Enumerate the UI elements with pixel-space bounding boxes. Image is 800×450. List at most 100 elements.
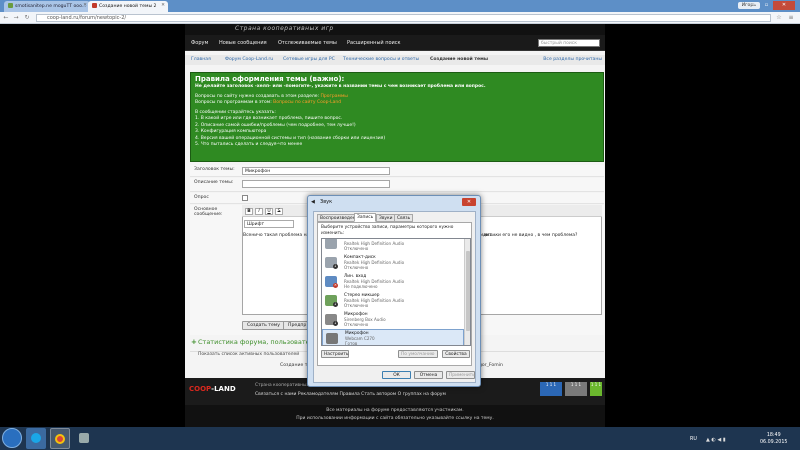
rules-item: 5. Что пытались сделать и следуя-что мен… (195, 142, 303, 147)
disabled-badge-icon: ↓ (333, 302, 338, 307)
device-status: Готов (345, 341, 358, 346)
copyright: Все материалы на форуме предоставляются … (185, 405, 605, 427)
nav-advanced-search[interactable]: Расширенный поиск (347, 40, 401, 46)
device-status: Отключено (344, 303, 369, 308)
ok-button[interactable]: ОК (382, 371, 411, 379)
italic-button[interactable]: I (255, 208, 263, 215)
font-select[interactable]: Шрифт (244, 220, 294, 228)
back-icon[interactable]: ← (2, 14, 10, 22)
message-text-tail: иконки его не видно , в чем проблема? (484, 233, 578, 238)
apply-button: Применить (446, 371, 475, 379)
app-icon (79, 433, 89, 443)
tab-sounds[interactable]: Звуки (376, 214, 396, 222)
expand-icon[interactable]: + (191, 338, 197, 346)
desc-input[interactable] (242, 180, 390, 188)
tab-recording[interactable]: Запись (354, 213, 377, 222)
breadcrumb: Главная Форум Coop-Land.ru Сетевые игры … (185, 55, 605, 65)
skype-icon (31, 433, 41, 443)
device-status: Отключено (344, 265, 369, 270)
site-tagline: Страна кооперативных игр (235, 25, 334, 32)
taskbar-chrome-icon[interactable] (50, 428, 70, 449)
taskbar-app-icon[interactable] (74, 428, 94, 449)
reload-icon[interactable]: ↻ (23, 14, 31, 22)
maximize-icon[interactable]: ▫ (760, 1, 773, 10)
message-label: Основное сообщение: (194, 207, 223, 217)
logo-part: -LAND (211, 385, 236, 393)
rules-box: Правила оформления темы (важно): Не дела… (190, 72, 604, 162)
strike-button[interactable]: S (275, 208, 283, 215)
counter-badge[interactable]: 1 1 1 (540, 382, 562, 396)
desc-row: Описание темы: (190, 178, 604, 192)
crumb-pc[interactable]: Сетевые игры для PC (283, 57, 335, 62)
properties-button[interactable]: Свойства (442, 350, 470, 358)
site-header: Страна кооперативных игр (185, 24, 605, 35)
nav-forum[interactable]: Форум (191, 40, 208, 46)
title-row: Заголовок темы: Микрофон (190, 165, 604, 177)
default-button: По умолчанию (398, 350, 438, 358)
crumb-home[interactable]: Главная (191, 57, 211, 62)
dialog-instruction: Выберите устройство записи, параметры ко… (321, 225, 454, 236)
forward-icon[interactable]: → (12, 14, 20, 22)
recording-pane: Выберите устройство записи, параметры ко… (317, 222, 472, 366)
copyright-line: При использовании информации с сайта обя… (296, 416, 494, 421)
menu-icon[interactable]: ≡ (787, 14, 795, 22)
rules-prog-link[interactable]: Вопросы по сайту Coop-Land (273, 100, 341, 105)
device-list[interactable]: Realtek High Definition Audio Отключено ↓… (321, 238, 471, 346)
star-icon[interactable]: ☆ (775, 14, 783, 22)
chrome-icon (55, 434, 65, 444)
scrollbar-thumb[interactable] (466, 251, 470, 331)
poll-label: Опрос (194, 195, 209, 200)
bold-button[interactable]: B (245, 208, 253, 215)
footer-links[interactable]: Связаться с нами Рекламодателям Правила … (255, 392, 446, 397)
device-list-scrollbar[interactable] (464, 239, 470, 345)
close-icon[interactable]: ✕ (83, 3, 87, 8)
crumb-current: Создание новой темы (430, 57, 489, 62)
dialog-body: Воспроизведение Запись Звуки Связь Выбер… (313, 211, 476, 383)
address-input[interactable]: coop-land.ru/forum/newtopic-2/ (36, 14, 771, 22)
mark-read-link[interactable]: Все разделы прочитаны (543, 57, 602, 62)
title-input[interactable]: Микрофон (242, 167, 390, 175)
favicon-icon (8, 3, 13, 8)
configure-button[interactable]: Настроить (321, 350, 349, 358)
rules-title: Правила оформления темы (важно): (195, 75, 345, 83)
favicon-icon (92, 3, 97, 8)
poll-checkbox[interactable] (242, 195, 248, 201)
device-status: Отключено (344, 322, 369, 327)
tray-icons[interactable]: ▲ ◐ ◀ ▮ (706, 437, 726, 443)
nav-watched[interactable]: Отслеживаемые темы (278, 40, 337, 46)
unplugged-badge-icon: ✕ (333, 283, 338, 288)
minimize-icon[interactable]: – (747, 1, 760, 10)
create-topic-button[interactable]: Создать тему (242, 321, 285, 330)
list-item[interactable]: ↓ Стерео микшер Realtek High Definition Au… (322, 292, 464, 309)
start-button[interactable] (2, 428, 22, 448)
list-item[interactable]: Realtek High Definition Audio Отключено (322, 239, 464, 252)
logo-part: COOP (189, 385, 212, 393)
list-item[interactable]: ↓ Компакт-диск Realtek High Definition Aud… (322, 254, 464, 271)
language-indicator[interactable]: RU (690, 437, 697, 442)
rules-site-text: Вопросы по сайту нужно создавать в этом … (195, 93, 320, 99)
list-item-selected[interactable]: Микрофон Webcam C270 Готов (322, 329, 464, 346)
footer-logo: COOP-LAND (189, 385, 236, 393)
list-item[interactable]: ↓ Микрофон Sirenberg Box Audio Отключено (322, 311, 464, 328)
counter-badge[interactable]: 1 1 1 (590, 382, 602, 396)
crumb-forum[interactable]: Форум Coop-Land.ru (225, 57, 273, 62)
clock-time: 18:49 (766, 433, 781, 438)
close-icon[interactable]: ✕ (161, 3, 165, 8)
close-window-icon[interactable]: ✕ (773, 1, 795, 10)
rules-site-link[interactable]: Программы (320, 94, 347, 99)
taskbar (0, 427, 800, 450)
tab-active[interactable]: Создание новой темы 2 ✕ (88, 1, 168, 12)
cancel-button[interactable]: Отмена (414, 371, 443, 379)
tab-communications[interactable]: Связь (394, 214, 414, 222)
disabled-badge-icon: ↓ (333, 264, 338, 269)
counter-badge[interactable]: 1 1 1 (565, 382, 587, 396)
nav-new-posts[interactable]: Новые сообщения (219, 40, 267, 46)
clock[interactable]: 18:49 06.09.2015 (760, 432, 787, 446)
tab-inactive[interactable]: smotisanitep.ne moguTT ooo... ✕ (4, 1, 90, 12)
close-icon[interactable]: ✕ (462, 198, 476, 206)
underline-button[interactable]: U (265, 208, 273, 215)
list-item[interactable]: ✕ Лин. вход Realtek High Definition Audio Н… (322, 273, 464, 290)
site-search-input[interactable]: быстрый поиск (538, 39, 600, 47)
taskbar-skype-icon[interactable] (26, 428, 46, 449)
crumb-tech[interactable]: Технические вопросы и ответы (343, 57, 419, 62)
